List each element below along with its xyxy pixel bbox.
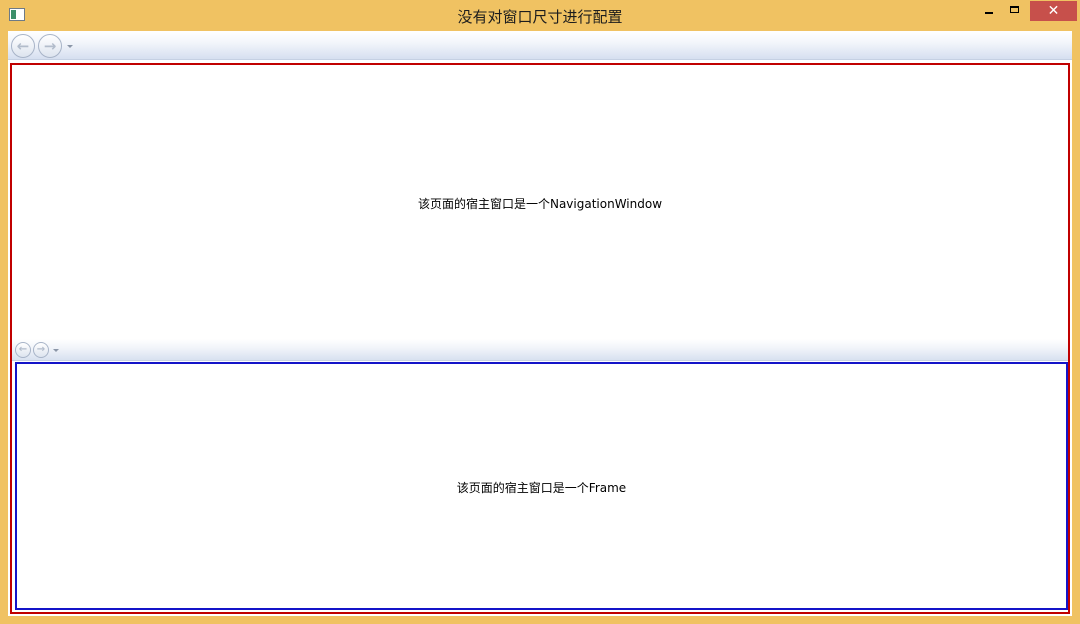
frame-forward-button[interactable]: → bbox=[33, 342, 49, 358]
frame-navbar: ← → bbox=[12, 339, 1068, 361]
frame-history-dropdown-button[interactable] bbox=[53, 349, 59, 352]
minimize-button[interactable] bbox=[976, 1, 1002, 21]
title-bar[interactable]: 没有对窗口尺寸进行配置 ✕ bbox=[0, 0, 1080, 30]
history-dropdown-button[interactable] bbox=[67, 45, 73, 48]
maximize-button[interactable] bbox=[1002, 1, 1028, 21]
frame-page: 该页面的宿主窗口是一个Frame bbox=[15, 362, 1068, 610]
back-arrow-icon: ← bbox=[18, 344, 28, 355]
back-button[interactable]: ← bbox=[11, 34, 35, 58]
window-client-area: ← → 该页面的宿主窗口是一个NavigationWindow ← → 该页面的… bbox=[8, 31, 1072, 616]
frame-back-button[interactable]: ← bbox=[15, 342, 31, 358]
maximize-icon bbox=[1010, 6, 1019, 13]
main-window: 没有对窗口尺寸进行配置 ✕ ← → 该页面的宿主窗口是一个NavigationW… bbox=[0, 0, 1080, 624]
close-button[interactable]: ✕ bbox=[1030, 1, 1077, 21]
window-title: 没有对窗口尺寸进行配置 bbox=[457, 8, 623, 26]
forward-button[interactable]: → bbox=[38, 34, 62, 58]
navigation-window-navbar: ← → bbox=[8, 31, 1072, 60]
frame-control: ← → 该页面的宿主窗口是一个Frame bbox=[12, 339, 1068, 612]
frame-page-text: 该页面的宿主窗口是一个Frame bbox=[456, 481, 627, 495]
forward-arrow-icon: → bbox=[36, 344, 46, 355]
minimize-icon bbox=[985, 12, 993, 14]
back-arrow-icon: ← bbox=[16, 37, 30, 55]
close-icon: ✕ bbox=[1047, 3, 1060, 19]
navigation-window-page-text: 该页面的宿主窗口是一个NavigationWindow bbox=[417, 197, 663, 211]
navigation-window-page: 该页面的宿主窗口是一个NavigationWindow ← → 该页面的宿主窗口… bbox=[10, 63, 1070, 614]
forward-arrow-icon: → bbox=[43, 37, 57, 55]
